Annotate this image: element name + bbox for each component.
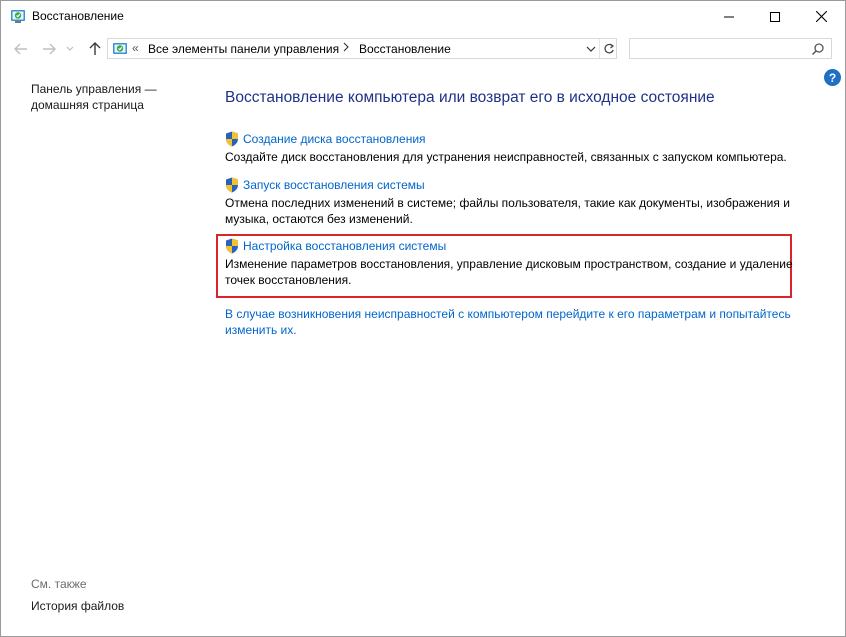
recovery-location-icon [112,41,128,57]
arrow-left-icon [14,43,27,55]
recovery-app-icon [10,8,26,24]
troubleshoot-settings-link[interactable]: В случае возникновения неисправностей с … [225,306,805,338]
minimize-button[interactable] [706,1,752,32]
close-button[interactable] [798,1,844,32]
search-icon[interactable] [811,42,825,56]
back-button[interactable] [12,40,30,58]
close-icon [815,11,827,22]
breadcrumb-all-control-panel-items[interactable]: Все элементы панели управления [148,42,339,56]
chevron-down-icon [66,46,74,51]
uac-shield-icon [226,131,238,147]
task-description: Отмена последних изменений в системе; фа… [225,196,790,226]
minimize-icon [724,16,734,17]
address-bar[interactable]: « Все элементы панели управления Восстан… [107,38,617,59]
uac-shield-icon [226,238,238,254]
file-history-link[interactable]: История файлов [31,599,124,613]
page-title: Восстановление компьютера или возврат ег… [225,89,715,106]
address-dropdown-button[interactable] [585,42,597,56]
task-create-recovery-drive: Создание диска восстановления Создайте д… [225,130,795,165]
task-link-label[interactable]: Настройка восстановления системы [243,239,446,253]
task-description: Изменение параметров восстановления, упр… [225,257,793,287]
recent-locations-button[interactable] [64,40,76,58]
breadcrumb-recovery[interactable]: Восстановление [359,42,451,56]
see-also-heading: См. также [31,577,87,591]
arrow-right-icon [43,43,56,55]
forward-button[interactable] [40,40,58,58]
help-button[interactable]: ? [824,69,841,86]
open-system-restore-link[interactable]: Запуск восстановления системы [225,176,795,194]
task-configure-system-restore: Настройка восстановления системы Изменен… [225,237,795,288]
control-panel-home-link[interactable]: Панель управления — домашняя страница [31,81,191,113]
task-description: Создайте диск восстановления для устране… [225,150,787,164]
up-button[interactable] [86,40,104,58]
window-title: Восстановление [32,9,124,23]
task-open-system-restore: Запуск восстановления системы Отмена пос… [225,176,795,227]
chevron-down-icon [586,46,596,52]
title-bar: Восстановление [1,1,845,32]
create-recovery-drive-link[interactable]: Создание диска восстановления [225,130,795,148]
breadcrumb-separator-icon[interactable] [343,42,349,55]
navigation-bar: « Все элементы панели управления Восстан… [1,32,845,66]
control-panel-window: Восстановление « Все элементы панели упр… [0,0,846,637]
task-link-label[interactable]: Создание диска восстановления [243,132,426,146]
arrow-up-icon [89,42,101,55]
maximize-button[interactable] [752,1,798,32]
breadcrumb-overflow-button[interactable]: « [132,41,139,55]
search-input[interactable] [629,38,832,59]
maximize-icon [770,11,780,22]
uac-shield-icon [226,177,238,193]
configure-system-restore-link[interactable]: Настройка восстановления системы [225,237,795,255]
refresh-icon [604,43,615,53]
task-link-label[interactable]: Запуск восстановления системы [243,178,425,192]
left-pane: Панель управления — домашняя страница См… [1,66,201,636]
refresh-button[interactable] [599,39,618,58]
